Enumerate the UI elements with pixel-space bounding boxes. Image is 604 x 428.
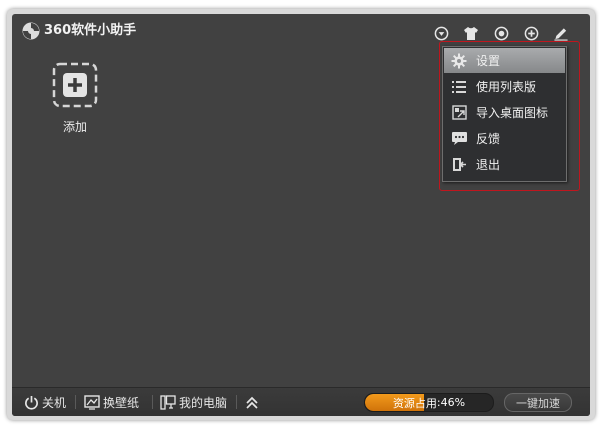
add-shortcut-button[interactable] [52,62,98,108]
divider [236,395,237,409]
menu-dropdown-icon[interactable] [432,24,450,42]
menu-item-import-icons[interactable]: 导入桌面图标 [444,100,565,125]
resource-usage-text: 资源占用:46% [365,394,493,411]
titlebar-icons [432,24,582,42]
app-title: 360软件小助手 [44,23,137,38]
divider [152,395,153,409]
bottom-bar: 关机 换壁纸 我的电脑 资源占用:46% 一键加速 [12,387,590,416]
collapse-up-button[interactable] [244,393,263,411]
menu-item-label: 反馈 [476,132,501,146]
divider [75,395,76,409]
menu-item-list-mode[interactable]: 使用列表版 [444,74,565,99]
usage-label: 资源占用 [392,396,437,410]
my-computer-button[interactable]: 我的电脑 [160,393,227,411]
menu-item-label: 退出 [476,158,501,172]
import-icon [450,104,468,122]
shutdown-label: 关机 [42,395,67,410]
wallpaper-icon [84,394,100,410]
menu-item-label: 使用列表版 [476,80,537,94]
computer-icon [160,394,176,410]
exit-icon [450,156,468,174]
add-plus-icon [52,62,98,108]
resource-usage-bar[interactable]: 资源占用:46% [364,393,494,412]
feedback-bubble-icon [450,130,468,148]
pencil-edit-icon[interactable] [552,24,570,42]
plus-box-icon[interactable] [522,24,540,42]
menu-item-settings[interactable]: 设置 [444,48,565,73]
wallpaper-button[interactable]: 换壁纸 [84,393,139,411]
add-label: 添加 [62,120,87,134]
tshirt-skin-icon[interactable] [462,24,480,42]
menu-item-feedback[interactable]: 反馈 [444,126,565,151]
menu-item-exit[interactable]: 退出 [444,152,565,177]
wallpaper-label: 换壁纸 [103,395,140,410]
usage-value: :46% [436,396,466,409]
my-computer-label: 我的电脑 [179,395,228,410]
list-icon [450,78,468,96]
one-click-boost-button[interactable]: 一键加速 [504,393,572,412]
app-logo-icon [22,22,40,40]
shutdown-button[interactable]: 关机 [24,393,66,411]
app-window: 360软件小助手 添加 设置 使用列表版 导入桌面图标 反馈 退出 关机 换壁纸… [12,14,590,416]
settings-dropdown-menu: 设置 使用列表版 导入桌面图标 反馈 退出 [442,46,567,182]
double-chevron-up-icon [246,396,258,409]
menu-item-label: 设置 [476,54,501,68]
record-circle-icon[interactable] [492,24,510,42]
power-icon [25,395,38,410]
menu-item-label: 导入桌面图标 [476,106,549,120]
gear-icon [450,52,468,70]
